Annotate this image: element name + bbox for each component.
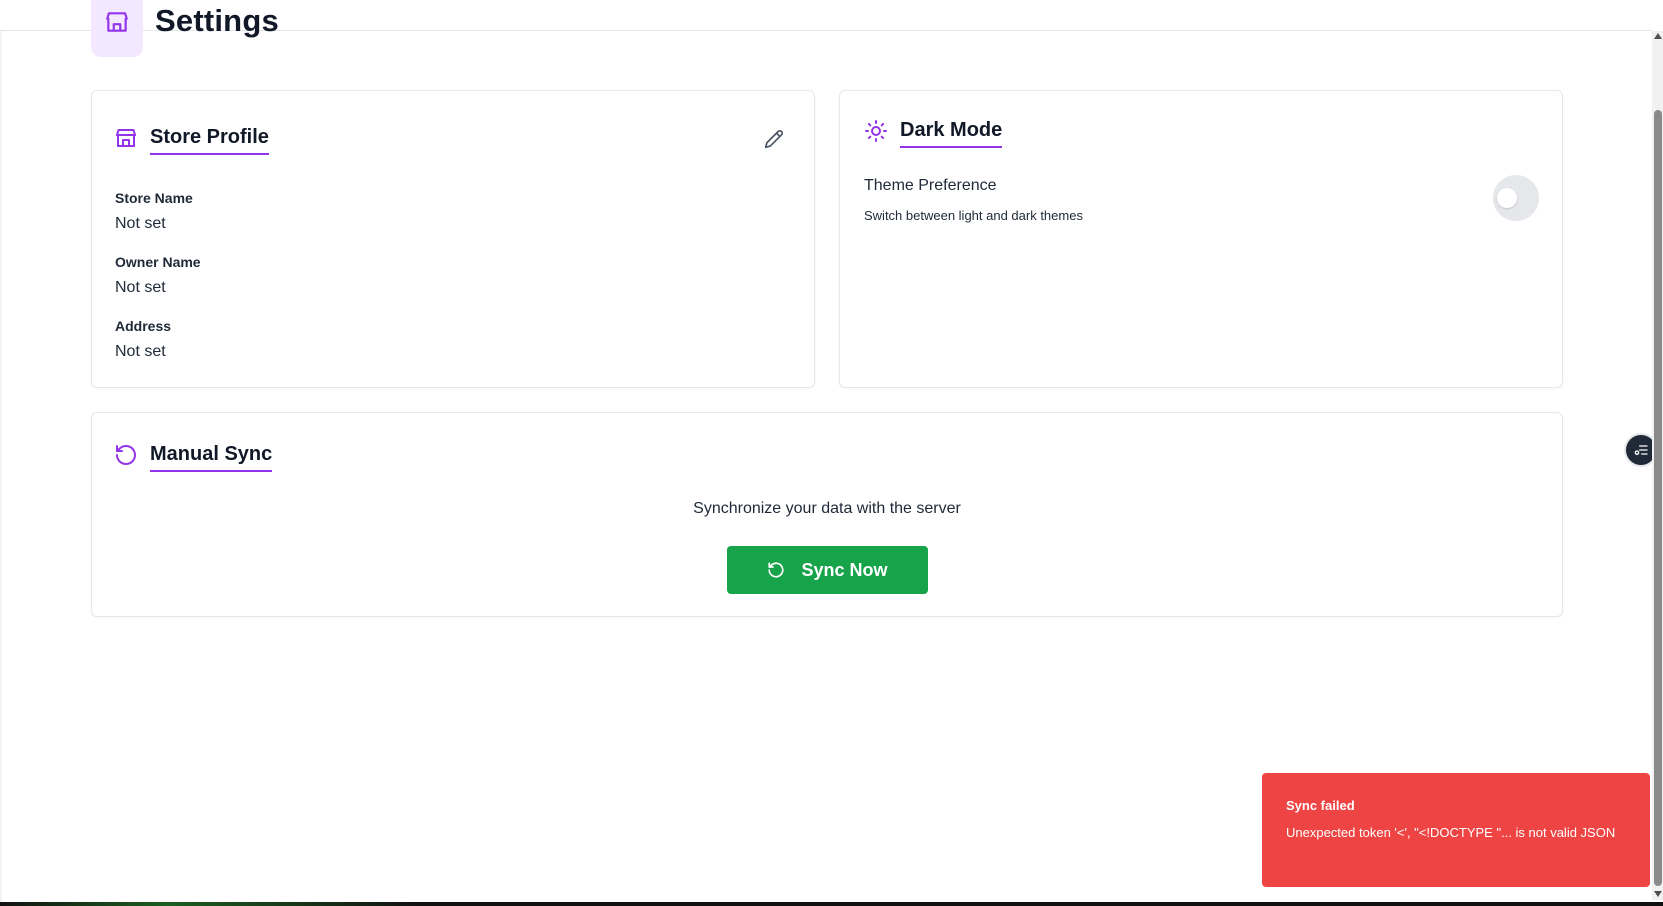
theme-preference-label: Theme Preference: [864, 177, 997, 194]
refresh-icon: [116, 445, 136, 465]
error-toast[interactable]: Sync failed Unexpected token '<', "<!DOC…: [1262, 773, 1650, 887]
pencil-icon: [764, 130, 783, 149]
address-label: Address: [115, 318, 172, 334]
manual-sync-card: Manual Sync Synchronize your data with t…: [91, 412, 1563, 617]
address-value: Not set: [115, 343, 166, 360]
settings-header-icon-box: [91, 0, 143, 57]
owner-name-value: Not set: [115, 279, 166, 296]
dark-mode-header: Dark Mode: [864, 114, 1003, 148]
bottom-strip: [0, 902, 1663, 906]
store-profile-card: Store Profile Store Name Not set Owner N…: [91, 90, 815, 388]
refresh-icon: [768, 562, 785, 578]
store-name-label: Store Name: [115, 190, 193, 206]
manual-sync-header: Manual Sync: [114, 438, 273, 472]
store-profile-header: Store Profile: [114, 121, 269, 155]
dark-mode-toggle[interactable]: [1493, 175, 1539, 221]
scrollbar-thumb[interactable]: [1654, 110, 1662, 886]
scroll-up-arrow-icon[interactable]: [1654, 33, 1662, 39]
owner-name-label: Owner Name: [115, 254, 201, 270]
toast-title: Sync failed: [1286, 798, 1355, 813]
sync-now-button[interactable]: Sync Now: [727, 546, 928, 594]
sun-icon: [865, 120, 887, 142]
store-icon: [106, 12, 128, 32]
page-header: Settings: [91, 0, 279, 57]
sync-now-label: Sync Now: [801, 559, 888, 580]
list-settings-icon: [1634, 445, 1648, 455]
store-name-value: Not set: [115, 215, 166, 232]
dark-mode-card: Dark Mode Theme Preference Switch betwee…: [839, 90, 1563, 388]
page-border: [0, 0, 2, 906]
dark-mode-title: Dark Mode: [900, 120, 1003, 148]
sync-description: Synchronize your data with the server: [693, 500, 961, 517]
toast-message: Unexpected token '<', "<!DOCTYPE "... is…: [1286, 825, 1616, 840]
store-profile-title: Store Profile: [150, 127, 269, 155]
manual-sync-title: Manual Sync: [150, 444, 273, 472]
theme-preference-description: Switch between light and dark themes: [864, 208, 1083, 223]
toggle-knob: [1497, 188, 1517, 208]
store-icon: [116, 129, 136, 147]
edit-store-profile-button[interactable]: [762, 127, 786, 151]
scroll-down-arrow-icon[interactable]: [1654, 891, 1662, 897]
page-title: Settings: [155, 3, 279, 38]
